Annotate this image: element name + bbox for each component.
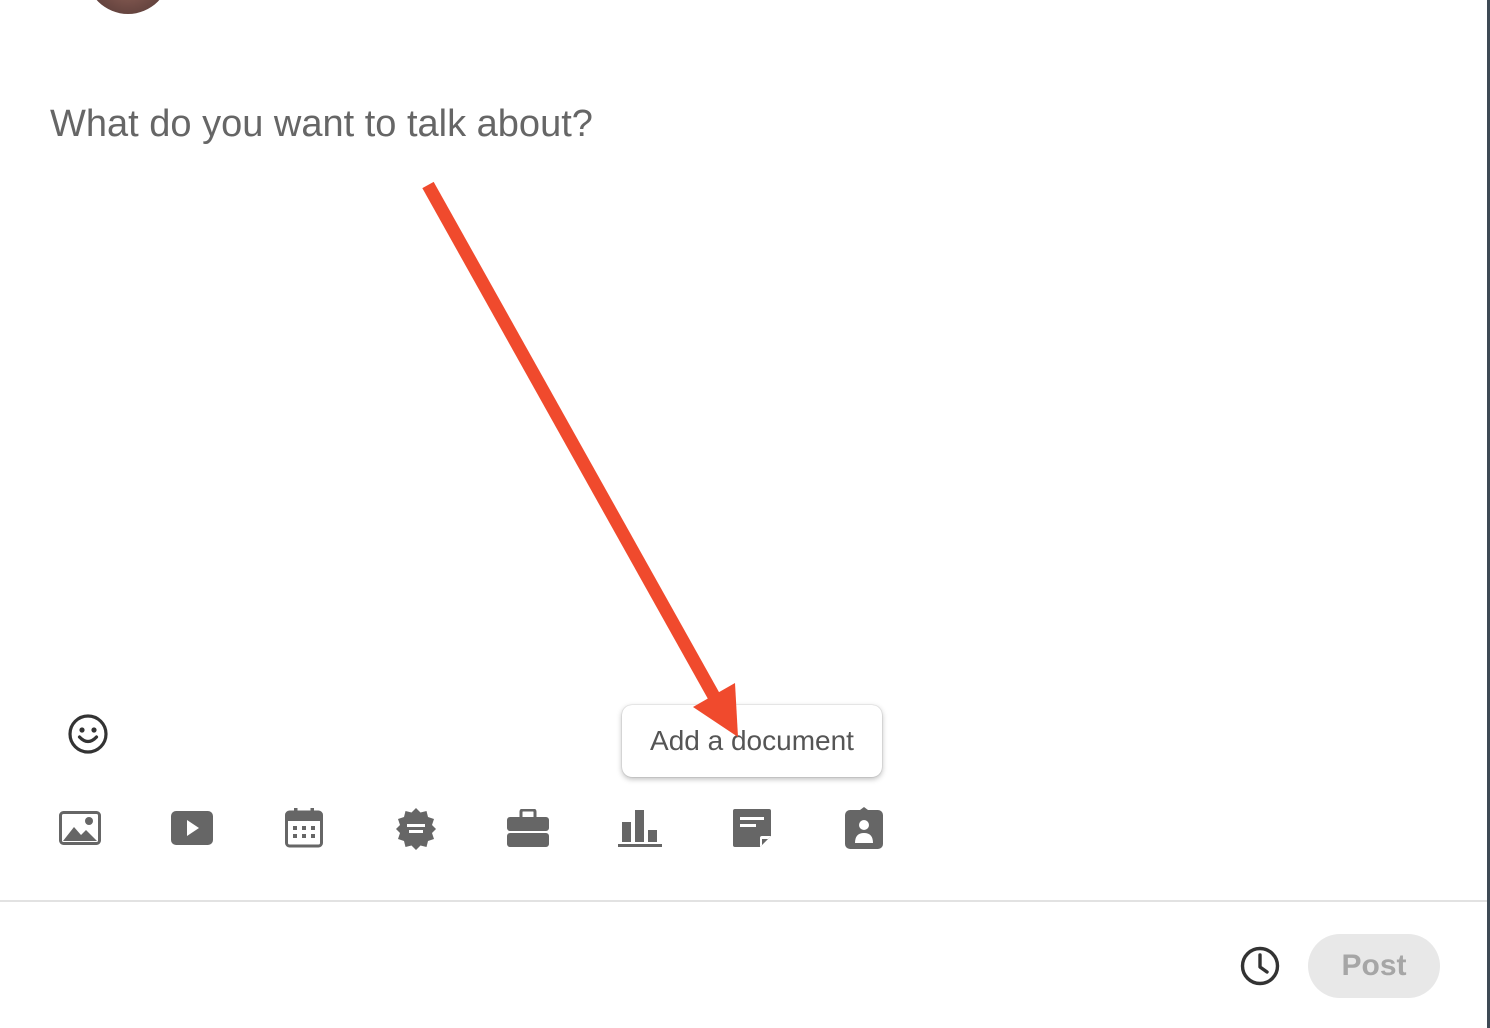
footer-divider [0, 900, 1487, 902]
emoji-button[interactable] [62, 708, 114, 760]
smiley-icon [68, 714, 108, 754]
poll-chart-icon [618, 810, 662, 847]
tooltip-add-document: Add a document [622, 705, 882, 777]
clock-icon [1240, 946, 1280, 986]
celebrate-occasion-button[interactable] [392, 804, 440, 852]
post-text-editor[interactable]: What do you want to talk about? [50, 96, 1430, 156]
post-button[interactable]: Post [1308, 934, 1440, 998]
service-profile-icon [845, 807, 883, 849]
job-briefcase-icon [507, 809, 549, 847]
add-document-button[interactable] [728, 804, 776, 852]
add-photo-button[interactable] [56, 804, 104, 852]
add-video-button[interactable] [168, 804, 216, 852]
tooltip-text: Add a document [650, 725, 854, 756]
create-event-button[interactable] [280, 804, 328, 852]
document-icon [733, 809, 771, 847]
share-box-dialog: What do you want to talk about? Add a do… [0, 0, 1490, 1028]
video-icon [171, 811, 213, 845]
offer-services-button[interactable] [840, 804, 888, 852]
schedule-post-button[interactable] [1236, 942, 1284, 990]
share-job-button[interactable] [504, 804, 552, 852]
celebrate-badge-icon [396, 808, 436, 850]
calendar-event-icon [285, 808, 323, 848]
create-poll-button[interactable] [616, 804, 664, 852]
avatar [86, 0, 170, 14]
photo-icon [59, 811, 101, 845]
